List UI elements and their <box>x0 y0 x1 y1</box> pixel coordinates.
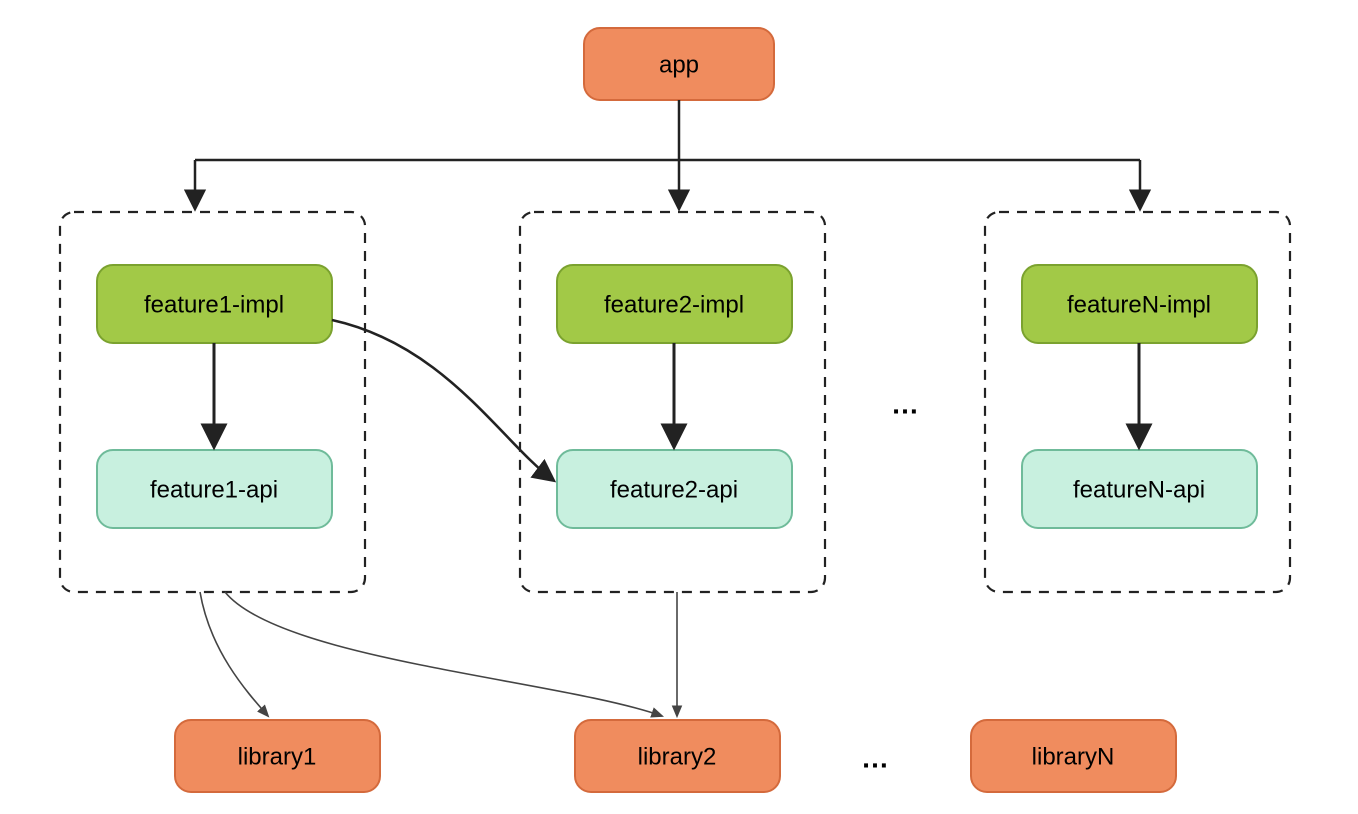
node-feature1-api: feature1-api <box>97 450 332 528</box>
edge-g1-lib2 <box>225 592 662 716</box>
label-feature1-api: feature1-api <box>150 476 278 503</box>
node-library1: library1 <box>175 720 380 792</box>
label-libraryN: libraryN <box>1032 743 1115 770</box>
node-featureN-api: featureN-api <box>1022 450 1257 528</box>
node-featureN-impl: featureN-impl <box>1022 265 1257 343</box>
label-featureN-api: featureN-api <box>1073 476 1205 503</box>
label-feature2-api: feature2-api <box>610 476 738 503</box>
node-feature2-api: feature2-api <box>557 450 792 528</box>
node-feature1-impl: feature1-impl <box>97 265 332 343</box>
node-feature2-impl: feature2-impl <box>557 265 792 343</box>
label-feature2-impl: feature2-impl <box>604 291 744 318</box>
node-libraryN: libraryN <box>971 720 1176 792</box>
ellipsis-groups: … <box>891 388 919 419</box>
node-library2: library2 <box>575 720 780 792</box>
ellipsis-libraries: … <box>861 742 889 773</box>
edge-g1-lib1 <box>200 592 268 716</box>
label-library1: library1 <box>238 743 317 770</box>
label-library2: library2 <box>638 743 717 770</box>
label-feature1-impl: feature1-impl <box>144 291 284 318</box>
dependency-diagram: app … feature1-impl feature1-api feature… <box>0 0 1358 814</box>
label-featureN-impl: featureN-impl <box>1067 291 1211 318</box>
label-app: app <box>659 51 699 78</box>
arrows-app-to-groups <box>195 100 1140 208</box>
node-app: app <box>584 28 774 100</box>
